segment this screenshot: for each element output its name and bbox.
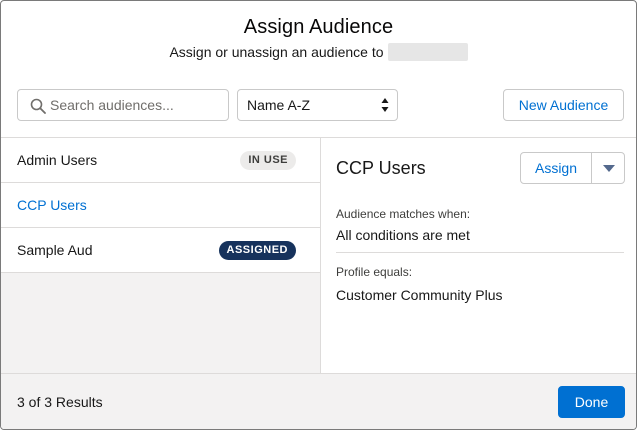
- results-count: 3 of 3 Results: [17, 394, 103, 410]
- sort-select-value: Name A-Z: [247, 97, 311, 113]
- done-button[interactable]: Done: [558, 386, 625, 418]
- list-item-name: Admin Users: [17, 152, 98, 168]
- list-item-sample-aud[interactable]: Sample Aud ASSIGNED: [1, 228, 320, 273]
- field-label-profile: Profile equals:: [336, 265, 413, 279]
- assign-button[interactable]: Assign: [520, 152, 592, 184]
- modal-footer: 3 of 3 Results Done: [1, 374, 636, 429]
- field-value-match: All conditions are met: [336, 227, 470, 243]
- sort-select[interactable]: Name A-Z: [237, 89, 398, 121]
- field-label-match: Audience matches when:: [336, 207, 471, 221]
- modal-subtitle-row: Assign or unassign an audience to: [1, 43, 636, 61]
- field-value-profile: Customer Community Plus: [336, 287, 503, 303]
- search-box[interactable]: [17, 89, 229, 121]
- detail-title: CCP Users: [336, 158, 426, 178]
- list-item-ccp-users[interactable]: CCP Users: [1, 183, 320, 228]
- new-audience-button[interactable]: New Audience: [503, 89, 624, 121]
- assigned-badge: ASSIGNED: [218, 241, 296, 260]
- assign-audience-modal: Assign Audience Assign or unassign an au…: [0, 0, 637, 430]
- audience-detail-panel: CCP Users Assign Audience matches when: …: [321, 138, 636, 373]
- assign-menu-button[interactable]: [591, 152, 625, 184]
- up-down-arrows-icon: [381, 98, 389, 112]
- in-use-badge: IN USE: [240, 151, 296, 170]
- content-area: Admin Users IN USE CCP Users Sample Aud …: [1, 137, 636, 374]
- list-item-admin-users[interactable]: Admin Users IN USE: [1, 138, 320, 183]
- modal-subtitle: Assign or unassign an audience to: [169, 44, 384, 60]
- redacted-target-name: [387, 43, 468, 61]
- search-input[interactable]: [50, 90, 226, 120]
- toolbar: Name A-Z New Audience: [1, 89, 636, 121]
- assign-button-group: Assign: [520, 152, 625, 184]
- list-item-name: CCP Users: [17, 197, 87, 213]
- caret-down-icon: [603, 165, 615, 172]
- search-icon: [30, 98, 46, 114]
- modal-header: Assign Audience Assign or unassign an au…: [1, 1, 636, 73]
- audience-list: Admin Users IN USE CCP Users Sample Aud …: [1, 138, 321, 373]
- list-item-name: Sample Aud: [17, 242, 93, 258]
- modal-title: Assign Audience: [243, 16, 394, 38]
- field-divider: [336, 252, 624, 253]
